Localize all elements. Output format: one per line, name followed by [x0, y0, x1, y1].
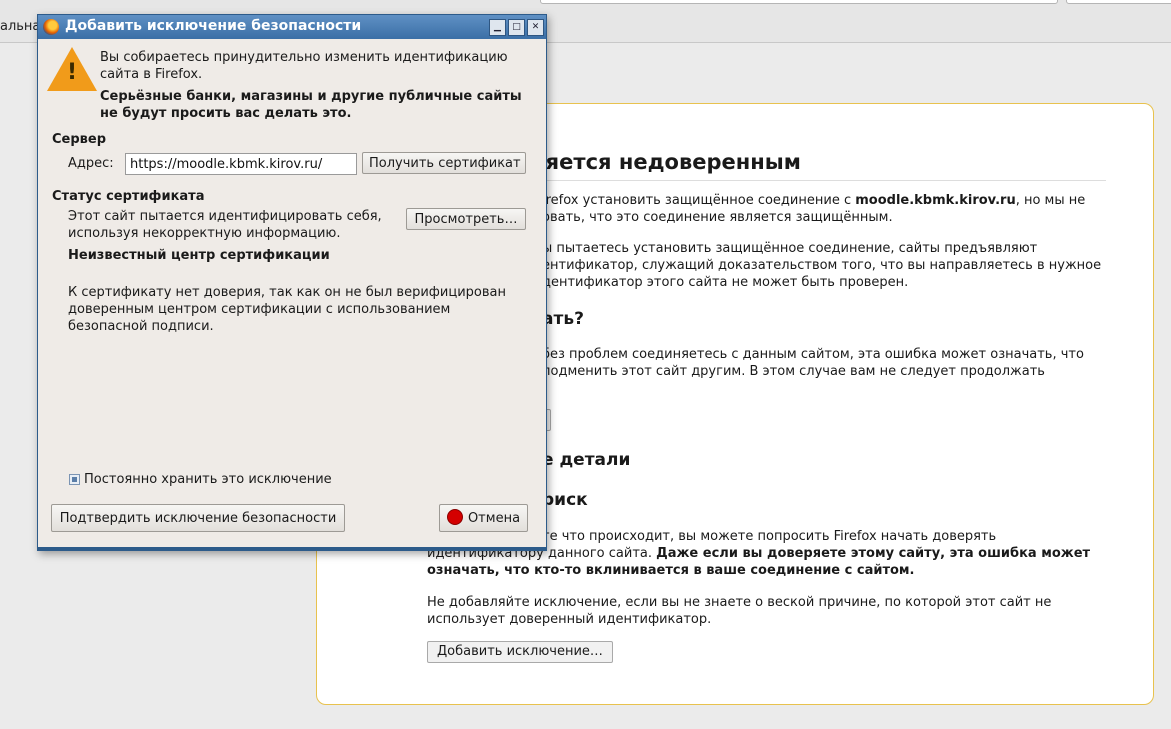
- address-input[interactable]: [125, 153, 357, 175]
- add-security-exception-dialog: Добавить исключение безопасности ▁ □ ✕ !…: [37, 14, 547, 551]
- unknown-ca-heading: Неизвестный центр сертификации: [68, 248, 330, 263]
- technical-details-heading[interactable]: е детали: [542, 450, 630, 470]
- certificate-status-heading: Статус сертификата: [52, 189, 205, 204]
- understand-risks-heading[interactable]: риск: [542, 490, 588, 510]
- firefox-icon: [43, 19, 59, 35]
- error-paragraph-3: без проблем соединяетесь с данным сайтом…: [542, 347, 1084, 379]
- maximize-icon[interactable]: □: [508, 19, 525, 36]
- address-label: Адрес:: [68, 156, 114, 171]
- stop-icon: [446, 509, 463, 525]
- toolbar-left-label[interactable]: альна: [0, 19, 40, 34]
- error-paragraph-2: ы пытаетесь установить защищённое соедин…: [542, 241, 1102, 290]
- get-certificate-button[interactable]: Получить сертификат: [362, 152, 526, 174]
- view-certificate-button[interactable]: Просмотреть…: [406, 208, 526, 230]
- warning-bold-text: Серьёзные банки, магазины и другие публи…: [100, 89, 522, 121]
- dialog-title: Добавить исключение безопасности: [65, 18, 362, 34]
- close-icon[interactable]: ✕: [527, 19, 544, 36]
- warning-text: Вы собираетесь принудительно изменить ид…: [100, 50, 508, 82]
- what-to-do-heading[interactable]: ать?: [542, 309, 584, 329]
- error-paragraph-1: irefox установить защищённое соединение …: [542, 193, 1086, 225]
- unknown-ca-description: К сертификату нет доверия, так как он не…: [68, 285, 506, 334]
- error-paragraph-5: Не добавляйте исключение, если вы не зна…: [427, 595, 1052, 627]
- certificate-status-text: Этот сайт пытается идентифицировать себя…: [68, 209, 382, 241]
- server-heading: Сервер: [52, 132, 107, 147]
- warning-exclamation-icon: !: [66, 60, 78, 85]
- add-exception-button[interactable]: Добавить исключение…: [427, 641, 613, 663]
- permanent-exception-label[interactable]: Постоянно хранить это исключение: [84, 471, 332, 488]
- cancel-button-label: Отмена: [467, 511, 521, 526]
- permanent-exception-checkbox[interactable]: [69, 474, 80, 485]
- cancel-button[interactable]: Отмена: [439, 504, 528, 532]
- dialog-titlebar[interactable]: Добавить исключение безопасности ▁ □ ✕: [38, 15, 546, 39]
- url-bar[interactable]: [540, 0, 1058, 4]
- search-bar[interactable]: [1066, 0, 1171, 4]
- minimize-icon[interactable]: ▁: [489, 19, 506, 36]
- dialog-bottom-edge: [38, 547, 546, 550]
- confirm-exception-button[interactable]: Подтвердить исключение безопасности: [51, 504, 345, 532]
